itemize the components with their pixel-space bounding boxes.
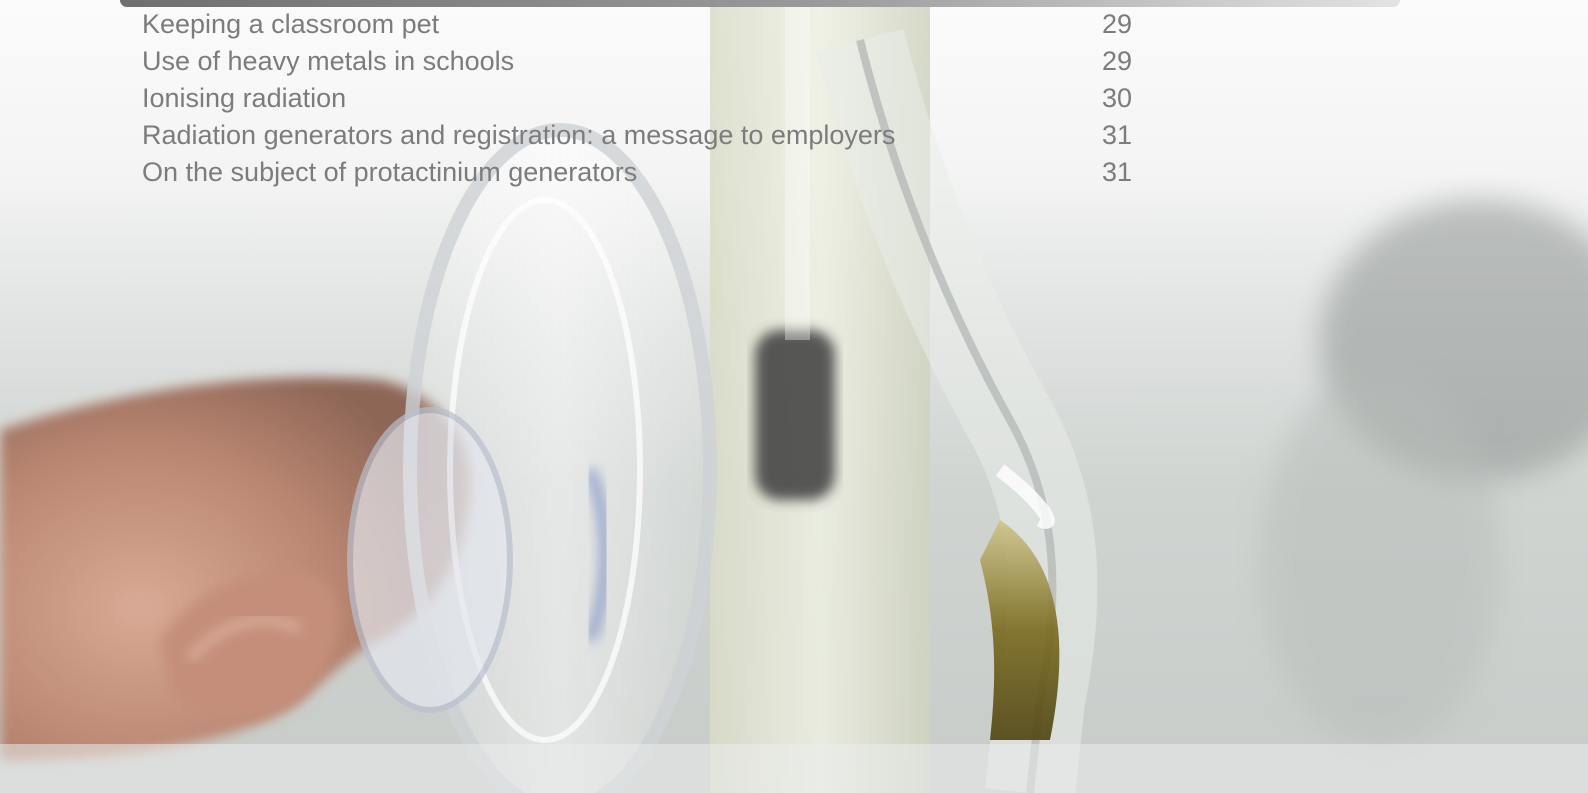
toc-entry-page: 31 [1101, 120, 1132, 150]
toc-entry-page: 29 [1101, 9, 1132, 39]
toc-entry-title: On the subject of protactinium generator… [142, 157, 638, 187]
toc-entry-title: Keeping a classroom pet [142, 9, 440, 39]
toc-entry-page: 31 [1101, 157, 1132, 187]
toc-entry-title: Ionising radiation [142, 83, 347, 113]
toc-entry-title: Use of heavy metals in schools [142, 46, 515, 76]
toc-entry[interactable]: Ionising radiation 30 [142, 80, 1132, 117]
footer-strip [0, 744, 1588, 793]
toc-entry[interactable]: Use of heavy metals in schools 29 [142, 43, 1132, 80]
toc-entry[interactable]: On the subject of protactinium generator… [142, 154, 1132, 191]
toc-entry[interactable]: Keeping a classroom pet 29 [142, 6, 1132, 43]
toc-entry-page: 30 [1101, 83, 1132, 113]
toc-entry-page: 29 [1101, 46, 1132, 76]
toc-entry-title: Radiation generators and registration: a… [142, 120, 896, 150]
toc-entry[interactable]: Radiation generators and registration: a… [142, 117, 1132, 154]
table-of-contents: Keeping a classroom pet 29 Use of heavy … [142, 6, 1132, 191]
